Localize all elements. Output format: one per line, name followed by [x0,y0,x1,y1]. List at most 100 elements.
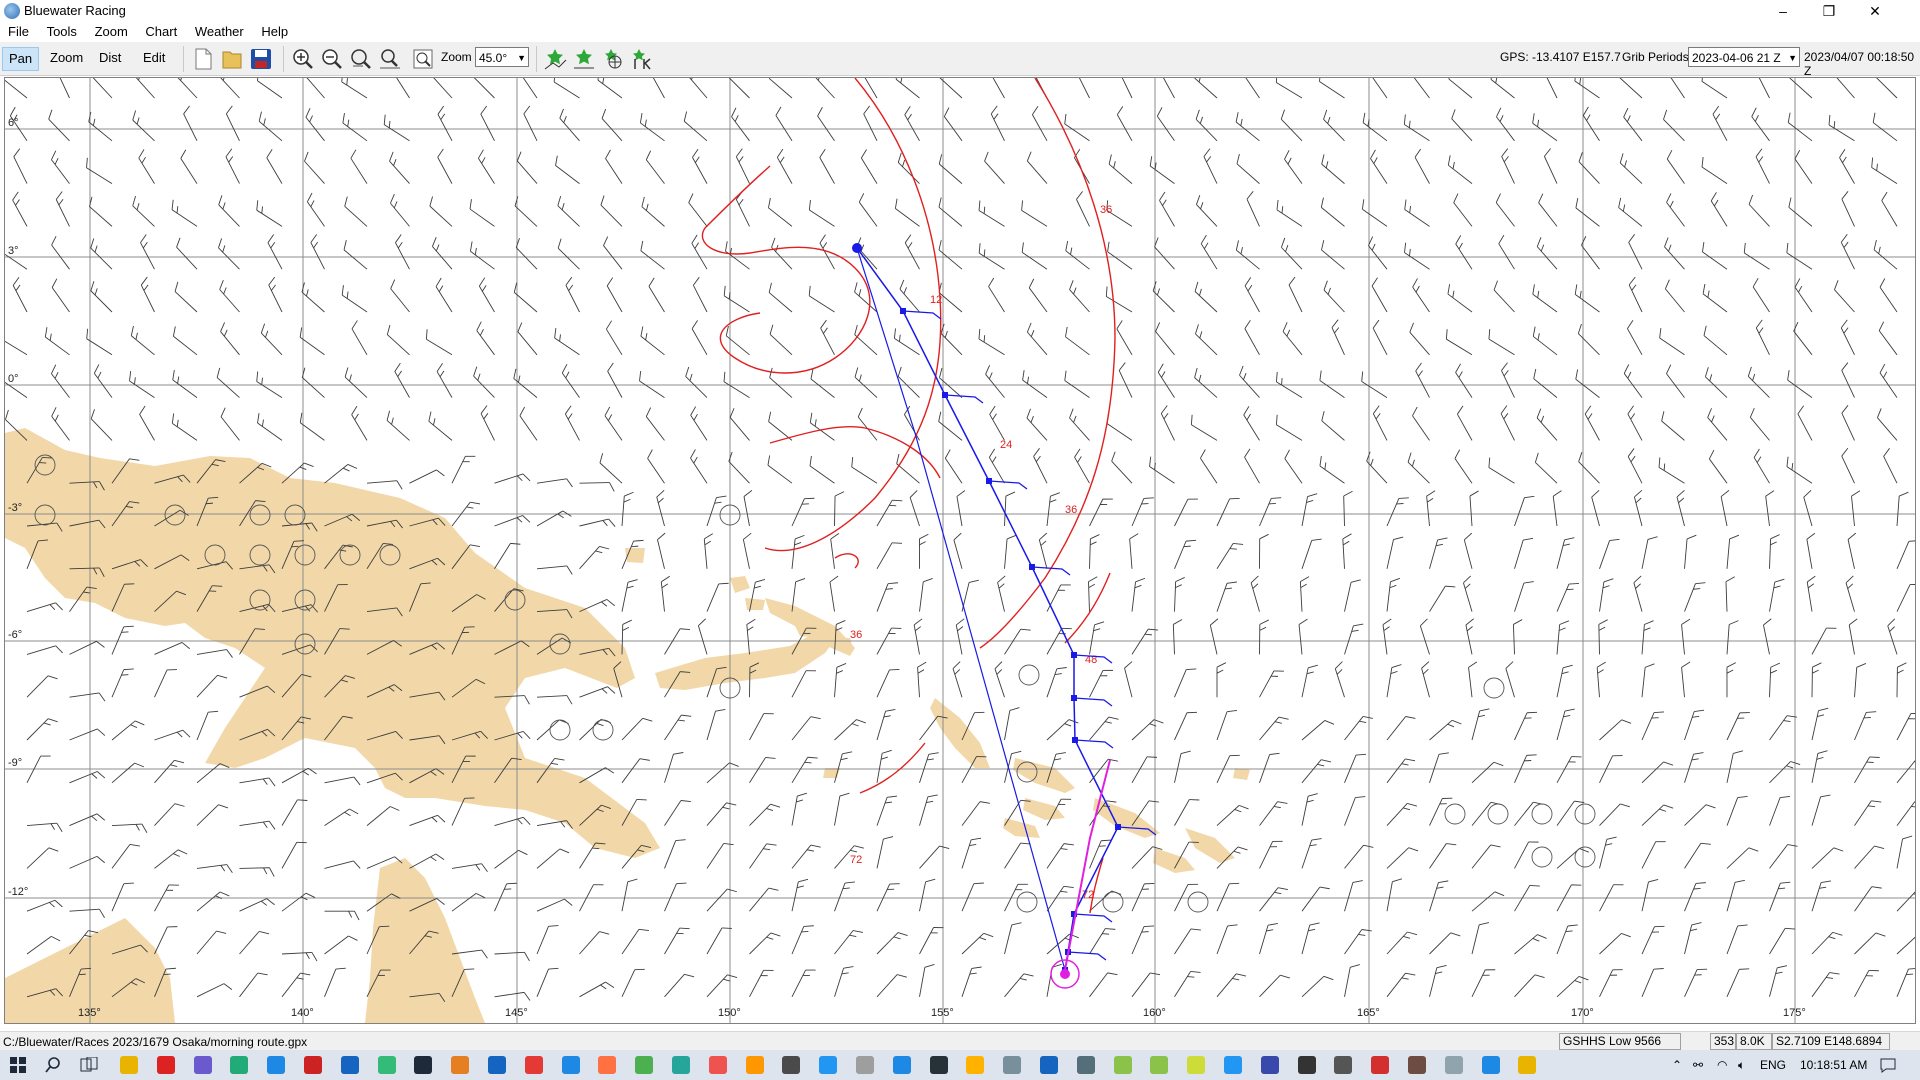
zoom-in-icon[interactable] [290,46,316,72]
taskbar-app-icon[interactable] [488,1056,506,1074]
close-button[interactable]: ✕ [1852,0,1898,22]
notification-icon[interactable] [1880,1057,1896,1073]
taskbar-app-icon[interactable] [635,1056,654,1074]
waypoint-star-icon[interactable] [571,46,597,72]
wind-barb [69,640,105,655]
search-icon[interactable] [45,1057,61,1073]
grib-period-select[interactable]: 2023-04-06 21 Z ▼ [1688,47,1800,67]
wind-barb [1841,362,1855,398]
open-folder-icon[interactable] [219,46,245,72]
taskbar-app-icon[interactable] [1444,1056,1463,1074]
taskbar-app-icon[interactable] [451,1056,470,1074]
zoom-select[interactable]: 45.0° ▼ [475,47,529,67]
taskbar-app-icon[interactable] [1076,1056,1095,1074]
weather-route-icon[interactable] [600,46,626,72]
wind-barb [1259,801,1288,826]
taskbar-app-icon[interactable] [598,1056,617,1074]
taskbar-app-icon[interactable] [304,1056,322,1074]
windows-start-icon[interactable] [10,1057,26,1073]
taskbar-app-icon[interactable] [377,1056,396,1074]
taskbar-app-icon[interactable] [120,1056,138,1074]
wind-barb [111,668,134,698]
taskbar-app-icon[interactable] [782,1056,801,1074]
taskbar-app-icon[interactable] [892,1056,911,1074]
taskbar-app-icon[interactable] [1224,1056,1242,1074]
taskbar-app-icon[interactable] [1040,1056,1058,1074]
zoom-out-icon[interactable] [319,46,345,72]
input-language[interactable]: ENG [1760,1058,1786,1072]
menu-help[interactable]: Help [253,22,294,39]
taskbar-app-icon[interactable] [1518,1056,1537,1074]
taskbar-app-icon[interactable] [1371,1056,1390,1074]
wind-barb [1584,405,1600,441]
taskbar-app-icon[interactable] [156,1056,175,1074]
dist-mode-button[interactable]: Dist [93,47,127,69]
taskbar-app-icon[interactable] [193,1056,212,1074]
taskbar-app-icon[interactable] [1334,1056,1353,1074]
zoom-area-icon[interactable] [348,46,374,72]
tray-volume-icon[interactable]: 🔈︎ [1738,1058,1745,1073]
taskbar-app-icon[interactable] [524,1056,543,1074]
wind-barb [1684,709,1705,741]
minimize-button[interactable]: – [1760,0,1806,22]
taskbar-app-icon[interactable] [1187,1056,1206,1074]
taskbar-app-icon[interactable] [672,1056,690,1074]
wind-barb [645,150,665,184]
taskbar-app-icon[interactable] [340,1056,359,1074]
save-icon[interactable] [248,46,274,72]
polar-k-icon[interactable] [629,46,655,72]
tray-wifi-icon[interactable]: ◠ [1717,1058,1727,1072]
chart-canvas[interactable]: 1224363636487272 6°3°0°-3°-6°-9°-12° 135… [5,78,1915,1023]
wind-barb [728,451,750,484]
taskbar-app-icon[interactable] [819,1056,838,1074]
menu-zoom[interactable]: Zoom [87,22,134,39]
menu-chart[interactable]: Chart [137,22,183,39]
wind-barb [961,579,979,612]
tray-network-icon[interactable]: ⚯ [1693,1058,1703,1072]
zoom-window-icon[interactable] [410,46,436,72]
taskbar-app-icon[interactable] [929,1056,948,1074]
taskbar-app-icon[interactable] [1481,1056,1500,1074]
wind-barb [894,198,920,227]
taskbar-app-icon[interactable] [745,1056,764,1074]
route-star-icon[interactable] [542,46,568,72]
wind-barb [1793,321,1813,356]
taskbar-app-icon[interactable] [966,1056,985,1074]
taskbar-app-icon[interactable] [856,1056,874,1074]
wind-barb [13,148,28,184]
taskbar-app-icon[interactable] [230,1056,249,1074]
wind-barb [876,795,898,826]
task-view-icon[interactable] [80,1057,98,1073]
edit-mode-button[interactable]: Edit [137,47,171,69]
taskbar-app-icon[interactable] [414,1056,433,1074]
taskbar-app-icon[interactable] [1408,1056,1426,1074]
taskbar-app-icon[interactable] [708,1056,727,1074]
wind-barb [1684,922,1702,955]
taskbar-app-icon[interactable] [267,1056,286,1074]
wind-barb [435,277,453,313]
zoom-mode-button[interactable]: Zoom [44,47,89,69]
wind-barb [919,963,935,997]
pan-mode-button[interactable]: Pan [2,47,40,71]
wind-barb [1658,457,1685,484]
wind-barb [749,887,779,912]
restore-button[interactable]: ❐ [1806,0,1852,22]
tray-chevron-icon[interactable]: ⌃ [1672,1058,1682,1072]
wind-barb [579,482,615,492]
menu-file[interactable]: File [0,22,35,39]
new-file-icon[interactable] [190,46,216,72]
wind-barb [1371,277,1388,313]
taskbar-app-icon[interactable] [561,1056,580,1074]
zoom-chart-icon[interactable] [377,46,403,72]
taskbar-app-icon[interactable] [1150,1056,1169,1074]
taskbar-app-icon[interactable] [1297,1056,1316,1074]
taskbar-app-icon[interactable] [1260,1056,1279,1074]
menu-tools[interactable]: Tools [39,22,83,39]
system-clock[interactable]: 10:18:51 AM [1800,1058,1867,1072]
chart-map[interactable]: 12 24 36 36 36 48 72 72 6° 3° 0° -3° -6° -9° -12° 135… [4,77,1916,1024]
wind-barb [519,406,538,441]
taskbar-app-icon[interactable] [1003,1056,1022,1074]
taskbar-app-icon[interactable] [1113,1056,1132,1074]
menu-weather[interactable]: Weather [187,22,250,39]
wind-barb [281,892,316,912]
